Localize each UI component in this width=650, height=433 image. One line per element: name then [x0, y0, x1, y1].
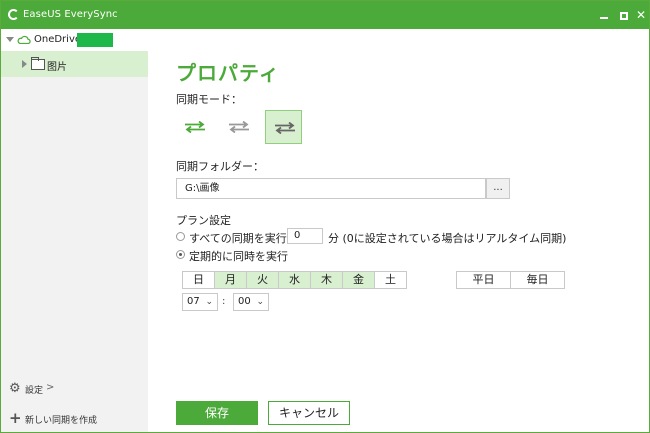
sync-mode-two-way-button[interactable] [176, 110, 213, 144]
account-name-redaction [77, 33, 113, 47]
day-sat[interactable]: 土 [374, 271, 407, 289]
sidebar-item-folder[interactable]: 图片 [1, 51, 148, 77]
close-button[interactable]: ✕ [631, 5, 649, 25]
selected-sync-icon [275, 122, 295, 134]
chevron-down-icon: ⌄ [205, 297, 213, 307]
sidebar: OneDrive 图片 ⚙ 設定 > + 新しい同期を作成 [1, 29, 148, 432]
title-bar: EaseUS EverySync ✕ [1, 1, 649, 29]
sidebar-folder-label: 图片 [47, 62, 67, 73]
day-mon[interactable]: 月 [214, 271, 247, 289]
minute-select[interactable]: 00 ⌄ [233, 293, 269, 311]
option-all-sync[interactable]: すべての同期を実行 0 分 (0に設定されている場合はリアルタイム同期) [176, 228, 596, 245]
two-way-sync-icon [185, 121, 205, 133]
collapse-arrow-icon[interactable] [6, 37, 14, 42]
new-sync-button[interactable]: + 新しい同期を作成 [1, 408, 148, 430]
window-title: EaseUS EverySync [23, 9, 118, 20]
cancel-button[interactable]: キャンセル [268, 401, 350, 425]
gear-icon: ⚙ [9, 381, 21, 396]
interval-minutes-input[interactable]: 0 [287, 228, 323, 244]
save-button[interactable]: 保存 [176, 401, 258, 425]
maximize-icon [620, 11, 628, 20]
settings-button[interactable]: ⚙ 設定 > [1, 378, 148, 400]
properties-panel: プロパティ 同期モード： 同期フォルダー： G:\画像 ... プラン設定 すべ… [148, 29, 649, 432]
hour-value: 07 [187, 296, 200, 307]
settings-label: 設定 [25, 386, 44, 396]
day-sun[interactable]: 日 [182, 271, 215, 289]
day-thu[interactable]: 木 [310, 271, 343, 289]
sync-mode-label: 同期モード： [176, 93, 242, 106]
option-periodic-sync[interactable]: 定期的に同時を実行 [176, 247, 376, 263]
day-tue[interactable]: 火 [246, 271, 279, 289]
folder-icon [31, 57, 45, 70]
everyday-button[interactable]: 毎日 [510, 271, 565, 289]
weekdays-button[interactable]: 平日 [456, 271, 511, 289]
sidebar-item-onedrive[interactable]: OneDrive [1, 29, 148, 51]
chevron-right-icon: > [46, 382, 55, 393]
expand-arrow-icon[interactable] [22, 60, 27, 68]
plan-settings-label: プラン設定 [176, 214, 231, 227]
time-separator: : [222, 296, 226, 307]
plus-icon: + [9, 409, 22, 427]
radio-periodic-sync[interactable] [176, 250, 185, 259]
new-sync-label: 新しい同期を作成 [25, 416, 98, 426]
minimize-icon [600, 16, 608, 19]
sync-mode-selected-button[interactable] [265, 110, 302, 144]
app-window: EaseUS EverySync ✕ OneDrive 图片 ⚙ 設定 > + … [0, 0, 650, 433]
option-all-sync-text: すべての同期を実行 [189, 232, 287, 245]
minimize-button[interactable] [594, 5, 614, 25]
page-title: プロパティ [176, 61, 280, 85]
day-wed[interactable]: 水 [278, 271, 311, 289]
close-icon: ✕ [635, 8, 647, 22]
folder-path-input[interactable]: G:\画像 [176, 178, 486, 199]
option-all-sync-note: 分 (0に設定されている場合はリアルタイム同期) [328, 232, 567, 245]
day-fri[interactable]: 金 [342, 271, 375, 289]
radio-all-sync[interactable] [176, 232, 185, 241]
sync-mode-alt-button[interactable] [220, 110, 257, 144]
option-periodic-text: 定期的に同時を実行 [189, 250, 288, 263]
hour-select[interactable]: 07 ⌄ [182, 293, 218, 311]
minute-value: 00 [238, 296, 251, 307]
chevron-down-icon: ⌄ [256, 297, 264, 307]
sync-folder-label: 同期フォルダー： [176, 160, 264, 173]
cloud-icon [17, 35, 31, 44]
sidebar-item-label: OneDrive [34, 34, 82, 45]
app-logo-icon [8, 9, 19, 20]
weekday-selector: 日 月 火 水 木 金 土 [182, 271, 407, 289]
browse-button[interactable]: ... [486, 178, 510, 199]
one-way-sync-icon [229, 121, 249, 133]
